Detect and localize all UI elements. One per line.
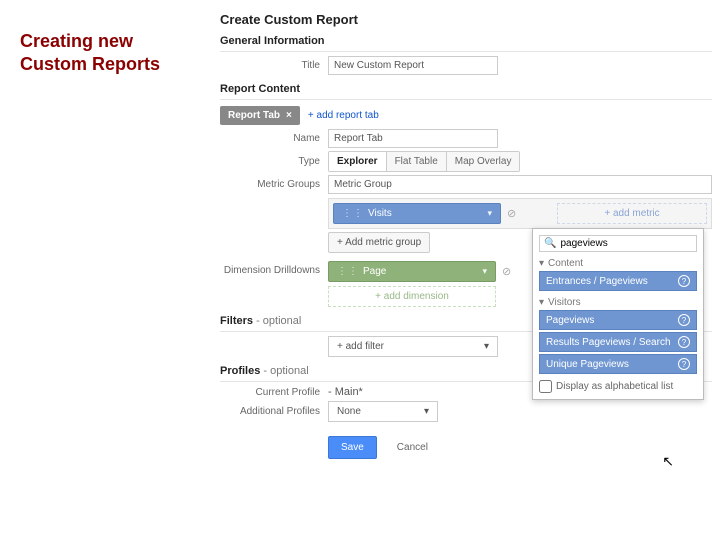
picker-item-label: Unique Pageviews — [546, 359, 629, 370]
title-label: Title — [220, 60, 328, 71]
type-option-explorer[interactable]: Explorer — [329, 152, 387, 171]
slide-title: Creating new Custom Reports — [20, 30, 190, 75]
add-report-tab-link[interactable]: + add report tab — [308, 110, 379, 121]
additional-profiles-dropdown[interactable]: None ▾ — [328, 401, 438, 422]
alpha-list-label: Display as alphabetical list — [556, 381, 673, 392]
filters-heading-text: Filters — [220, 315, 253, 327]
close-tab-icon[interactable]: × — [286, 110, 292, 121]
type-option-map-overlay[interactable]: Map Overlay — [447, 152, 520, 171]
type-segmented: Explorer Flat Table Map Overlay — [328, 151, 520, 172]
dimension-pill-label: Page — [363, 266, 386, 277]
metric-pill-label: Visits — [368, 208, 392, 219]
metric-group-name-input[interactable] — [328, 175, 712, 194]
metric-picker-popover: 🔍 ▾ Content Entrances / Pageviews ? ▾ Vi… — [532, 228, 704, 400]
add-metric-group-button[interactable]: + Add metric group — [328, 232, 430, 253]
picker-item-label: Pageviews — [546, 315, 594, 326]
add-filter-label: + add filter — [337, 341, 384, 352]
alpha-list-toggle[interactable]: Display as alphabetical list — [539, 380, 697, 393]
section-report-content: Report Content — [220, 83, 712, 100]
help-icon[interactable]: ? — [678, 336, 690, 348]
caret-down-icon: ▾ — [484, 341, 489, 352]
caret-down-icon: ▾ — [539, 297, 544, 308]
type-label: Type — [220, 156, 328, 167]
picker-item-label: Results Pageviews / Search — [546, 337, 671, 348]
save-button[interactable]: Save — [328, 436, 377, 459]
profiles-optional-text: - optional — [260, 365, 308, 377]
name-label: Name — [220, 133, 328, 144]
picker-item-label: Entrances / Pageviews — [546, 276, 648, 287]
form-panel: Create Custom Report General Information… — [220, 6, 712, 532]
current-profile-label: Current Profile — [220, 387, 328, 398]
current-profile-value: - Main* — [328, 386, 363, 398]
picker-group-label: Content — [548, 258, 583, 269]
profiles-heading-text: Profiles — [220, 365, 260, 377]
picker-group-content[interactable]: ▾ Content — [539, 258, 697, 269]
type-option-flat-table[interactable]: Flat Table — [387, 152, 447, 171]
metric-pill-visits[interactable]: ⋮⋮ Visits ▾ — [333, 203, 501, 224]
help-icon[interactable]: ? — [678, 314, 690, 326]
picker-item-results-pageviews-search[interactable]: Results Pageviews / Search ? — [539, 332, 697, 352]
picker-item-unique-pageviews[interactable]: Unique Pageviews ? — [539, 354, 697, 374]
additional-profiles-value: None — [337, 406, 361, 417]
grip-icon: ⋮⋮ — [342, 208, 364, 219]
caret-down-icon: ▾ — [539, 258, 544, 269]
metric-search-input[interactable] — [560, 238, 692, 249]
additional-profiles-label: Additional Profiles — [220, 406, 328, 417]
dimension-pill-page[interactable]: ⋮⋮ Page ▾ — [328, 261, 496, 282]
title-input[interactable] — [328, 56, 498, 75]
metric-search-field[interactable]: 🔍 — [539, 235, 697, 252]
add-filter-dropdown[interactable]: + add filter ▾ — [328, 336, 498, 357]
help-icon[interactable]: ? — [678, 358, 690, 370]
dimension-label: Dimension Drilldowns — [220, 261, 328, 276]
picker-group-visitors[interactable]: ▾ Visitors — [539, 297, 697, 308]
grip-icon: ⋮⋮ — [337, 266, 359, 277]
remove-dimension-icon[interactable]: ⊘ — [502, 265, 511, 278]
picker-item-entrances-pageviews[interactable]: Entrances / Pageviews ? — [539, 271, 697, 291]
picker-group-label: Visitors — [548, 297, 581, 308]
filters-optional-text: - optional — [253, 315, 301, 327]
report-tab-label: Report Tab — [228, 110, 280, 121]
caret-down-icon: ▾ — [487, 208, 492, 219]
report-tab-active[interactable]: Report Tab × — [220, 106, 300, 125]
add-metric-button[interactable]: + add metric — [557, 203, 707, 224]
tab-name-input[interactable] — [328, 129, 498, 148]
caret-down-icon: ▾ — [482, 266, 487, 277]
help-icon[interactable]: ? — [678, 275, 690, 287]
page-title: Create Custom Report — [220, 12, 712, 27]
section-general: General Information — [220, 35, 712, 52]
search-icon: 🔍 — [544, 238, 556, 249]
add-dimension-button[interactable]: + add dimension — [328, 286, 496, 307]
alpha-list-checkbox[interactable] — [539, 380, 552, 393]
metric-groups-label: Metric Groups — [220, 175, 328, 190]
caret-down-icon: ▾ — [424, 406, 429, 417]
picker-item-pageviews[interactable]: Pageviews ? ↖ — [539, 310, 697, 330]
cancel-button[interactable]: Cancel — [385, 437, 440, 458]
remove-metric-icon[interactable]: ⊘ — [507, 207, 516, 220]
